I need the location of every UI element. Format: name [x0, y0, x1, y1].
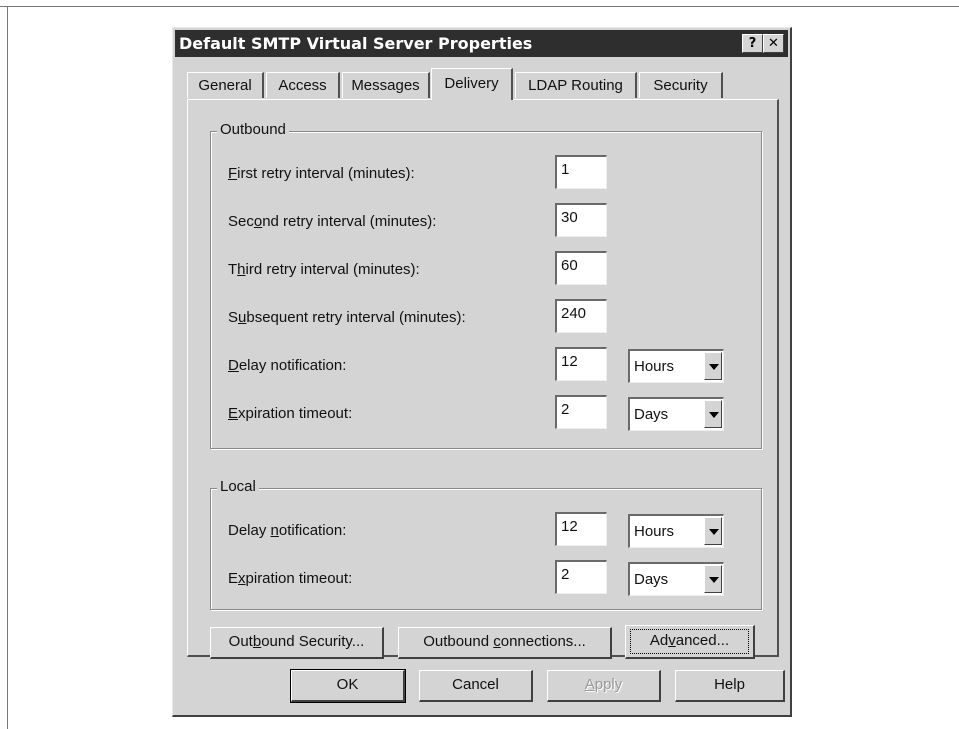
local-expiration-input[interactable]: 2	[555, 560, 607, 594]
tab-delivery[interactable]: Delivery	[431, 68, 513, 100]
page-border-top	[0, 6, 959, 7]
tab-messages[interactable]: Messages	[342, 72, 430, 98]
subsequent-retry-input[interactable]: 240	[555, 299, 607, 333]
tab-general[interactable]: General	[187, 72, 264, 98]
outbound-delay-unit-value: Hours	[634, 358, 675, 375]
outbound-delay-unit-select[interactable]: Hours	[628, 349, 724, 383]
page-border-left	[7, 6, 8, 729]
third-retry-label: Third retry interval (minutes):	[228, 261, 420, 278]
outbound-delay-notification-input[interactable]: 12	[555, 347, 607, 381]
chevron-down-icon[interactable]	[704, 565, 722, 593]
local-delay-unit-select[interactable]: Hours	[628, 514, 724, 548]
smtp-properties-dialog: Default SMTP Virtual Server Properties ?…	[172, 27, 792, 717]
local-delay-unit-value: Hours	[634, 523, 675, 540]
outbound-expiration-label: Expiration timeout:	[228, 405, 353, 422]
local-expiration-unit-value: Days	[634, 571, 669, 588]
outbound-expiration-unit-value: Days	[634, 406, 669, 423]
local-delay-notification-label: Delay notification:	[228, 522, 347, 539]
first-retry-input[interactable]: 1	[555, 155, 607, 189]
help-button[interactable]: Help	[675, 670, 785, 702]
outbound-security-button[interactable]: Outbound Security...	[210, 627, 384, 659]
chevron-down-icon[interactable]	[704, 352, 722, 380]
title-bar[interactable]: Default SMTP Virtual Server Properties ?…	[175, 30, 788, 57]
outbound-delay-notification-label: Delay notification:	[228, 357, 347, 374]
chevron-down-icon[interactable]	[704, 517, 722, 545]
chevron-down-icon[interactable]	[704, 400, 722, 428]
outbound-connections-button[interactable]: Outbound connections...	[398, 627, 612, 659]
outbound-expiration-input[interactable]: 2	[555, 395, 607, 429]
first-retry-label: First retry interval (minutes):	[228, 165, 415, 182]
outbound-group: Outbound First retry interval (minutes):…	[210, 121, 762, 449]
advanced-button[interactable]: Advanced...	[625, 625, 755, 659]
third-retry-input[interactable]: 60	[555, 251, 607, 285]
apply-button[interactable]: Apply	[547, 670, 661, 702]
local-delay-notification-input[interactable]: 12	[555, 512, 607, 546]
outbound-expiration-unit-select[interactable]: Days	[628, 397, 724, 431]
advanced-button-label: Advanced...	[630, 629, 749, 654]
local-expiration-label: Expiration timeout:	[228, 570, 353, 587]
outbound-legend: Outbound	[217, 121, 289, 138]
second-retry-label: Second retry interval (minutes):	[228, 213, 437, 230]
tab-access[interactable]: Access	[266, 72, 340, 98]
help-icon[interactable]: ?	[742, 34, 763, 53]
subsequent-retry-label: Subsequent retry interval (minutes):	[228, 309, 466, 326]
tab-ldap-routing[interactable]: LDAP Routing	[515, 72, 637, 98]
second-retry-input[interactable]: 30	[555, 203, 607, 237]
local-legend: Local	[217, 478, 259, 495]
ok-button[interactable]: OK	[290, 669, 406, 703]
close-icon[interactable]: ✕	[763, 34, 784, 53]
tab-security[interactable]: Security	[639, 72, 723, 98]
dialog-title: Default SMTP Virtual Server Properties	[179, 34, 533, 53]
cancel-button[interactable]: Cancel	[419, 670, 533, 702]
delivery-tab-panel: Outbound First retry interval (minutes):…	[187, 99, 779, 659]
local-group: Local Delay notification: 12 Hours Expir…	[210, 478, 762, 610]
local-expiration-unit-select[interactable]: Days	[628, 562, 724, 596]
